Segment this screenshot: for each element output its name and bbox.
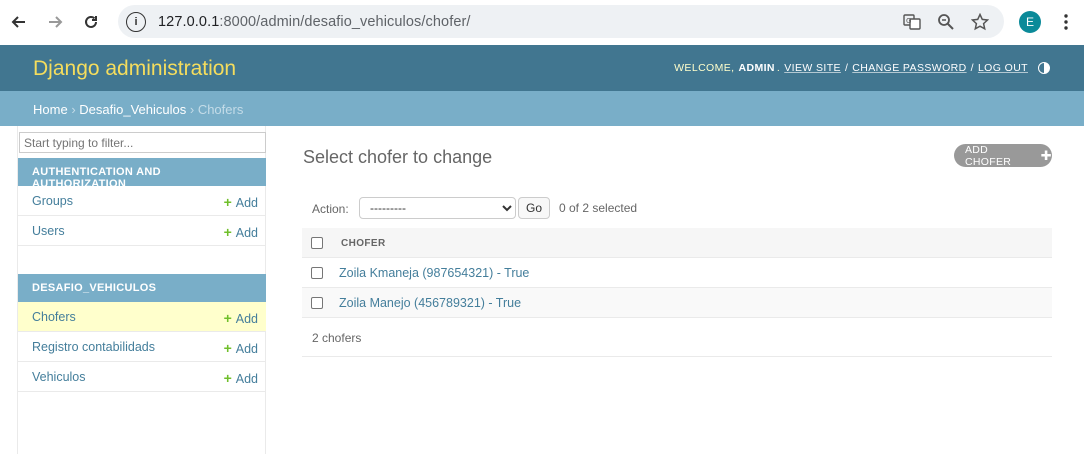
breadcrumb-separator: › xyxy=(189,102,198,117)
paginator: 2 chofers xyxy=(302,317,1052,357)
address-bar[interactable]: i 127.0.0.1:8000/admin/desafio_vehiculos… xyxy=(118,5,1004,38)
view-site-link[interactable]: VIEW SITE xyxy=(784,62,841,74)
table-header: CHOFER xyxy=(302,228,1052,258)
plus-icon: + xyxy=(223,224,232,240)
browser-toolbar: i 127.0.0.1:8000/admin/desafio_vehiculos… xyxy=(0,0,1084,44)
plus-icon: + xyxy=(223,194,232,210)
go-button[interactable]: Go xyxy=(518,197,550,219)
plus-icon: + xyxy=(223,340,232,356)
add-label: Add xyxy=(235,196,258,210)
admin-header: Django administration WELCOME, ADMIN. VI… xyxy=(0,45,1084,91)
add-label: Add xyxy=(235,342,258,356)
add-registro-contabilidads-link[interactable]: + Add xyxy=(224,340,258,356)
sidebar-item-registro-contabilidads: Registro contabilidads + Add xyxy=(18,332,266,362)
sidebar-item-vehiculos: Vehiculos + Add xyxy=(18,362,266,392)
results-table: CHOFER Zoila Kmaneja (987654321) - True … xyxy=(302,228,1052,318)
column-header-chofer[interactable]: CHOFER xyxy=(341,238,386,249)
svg-text:G: G xyxy=(906,17,911,25)
sidebar-filter-input[interactable] xyxy=(19,132,266,153)
module-caption-desafio[interactable]: DESAFIO_VEHICULOS xyxy=(18,274,266,302)
add-groups-link[interactable]: + Add xyxy=(224,194,258,210)
log-out-link[interactable]: LOG OUT xyxy=(978,62,1028,74)
bookmark-star-icon[interactable] xyxy=(970,12,990,32)
breadcrumb-app[interactable]: Desafio_Vehiculos xyxy=(79,102,186,117)
plus-icon: + xyxy=(223,310,232,326)
module-caption-auth[interactable]: AUTHENTICATION AND AUTHORIZATION xyxy=(18,158,266,190)
username: ADMIN xyxy=(738,62,775,74)
sidebar-item-label[interactable]: Chofers xyxy=(32,310,76,324)
row-link[interactable]: Zoila Manejo (456789321) - True xyxy=(339,296,521,310)
sidebar-item-groups: Groups + Add xyxy=(18,186,266,216)
row-link[interactable]: Zoila Kmaneja (987654321) - True xyxy=(339,266,529,280)
sidebar-item-label[interactable]: Users xyxy=(32,224,65,238)
url-host: 127.0.0.1 xyxy=(158,13,220,30)
table-row: Zoila Kmaneja (987654321) - True xyxy=(302,258,1052,288)
row-checkbox[interactable] xyxy=(311,297,323,309)
breadcrumb: Home › Desafio_Vehiculos › Chofers xyxy=(0,91,1084,126)
welcome-text: WELCOME, xyxy=(674,62,735,74)
result-count: 2 chofers xyxy=(312,331,362,345)
back-arrow-icon[interactable] xyxy=(1,4,37,40)
add-label: Add xyxy=(235,226,258,240)
add-chofer-label: ADD CHOFER xyxy=(965,143,1012,168)
change-password-link[interactable]: CHANGE PASSWORD xyxy=(852,62,966,74)
add-label: Add xyxy=(235,312,258,326)
sidebar-item-label[interactable]: Registro contabilidads xyxy=(32,340,155,354)
nav-sidebar: AUTHENTICATION AND AUTHORIZATION Groups … xyxy=(17,126,266,454)
breadcrumb-home[interactable]: Home xyxy=(33,102,68,117)
translate-icon[interactable]: G xyxy=(902,12,922,32)
sidebar-item-label[interactable]: Vehiculos xyxy=(32,370,86,384)
sidebar-item-chofers: Chofers + Add xyxy=(18,302,266,332)
plus-icon: ✚ xyxy=(1040,147,1052,163)
select-all-checkbox[interactable] xyxy=(311,237,323,249)
sidebar-item-users: Users + Add xyxy=(18,216,266,246)
action-label: Action: xyxy=(312,202,349,216)
add-chofer-button[interactable]: ADD CHOFER ✚ xyxy=(954,143,1052,168)
action-select[interactable]: --------- xyxy=(359,197,516,219)
sidebar-item-label[interactable]: Groups xyxy=(32,194,73,208)
theme-toggle-icon[interactable] xyxy=(1038,62,1050,74)
url-text[interactable]: 127.0.0.1:8000/admin/desafio_vehiculos/c… xyxy=(158,14,471,30)
site-info-icon[interactable]: i xyxy=(126,11,146,32)
plus-icon: + xyxy=(223,370,232,386)
add-chofers-link[interactable]: + Add xyxy=(224,310,258,326)
site-branding[interactable]: Django administration xyxy=(33,57,236,81)
row-checkbox[interactable] xyxy=(311,267,323,279)
selection-counter: 0 of 2 selected xyxy=(559,201,638,215)
add-vehiculos-link[interactable]: + Add xyxy=(224,370,258,386)
url-path: :8000/admin/desafio_vehiculos/chofer/ xyxy=(219,13,471,30)
add-users-link[interactable]: + Add xyxy=(224,224,258,240)
forward-arrow-icon[interactable] xyxy=(37,4,73,40)
profile-avatar[interactable]: E xyxy=(1019,11,1041,33)
browser-menu-icon[interactable] xyxy=(1058,10,1074,34)
breadcrumb-current: Chofers xyxy=(197,102,244,117)
reload-icon[interactable] xyxy=(73,4,109,40)
page-title: Select chofer to change xyxy=(303,147,493,167)
table-row: Zoila Manejo (456789321) - True xyxy=(302,288,1052,318)
zoom-icon[interactable] xyxy=(936,12,956,32)
actions-bar: Action: --------- Go 0 of 2 selected xyxy=(302,191,1052,228)
user-tools: WELCOME, ADMIN. VIEW SITE / CHANGE PASSW… xyxy=(674,62,1050,74)
add-label: Add xyxy=(235,372,258,386)
